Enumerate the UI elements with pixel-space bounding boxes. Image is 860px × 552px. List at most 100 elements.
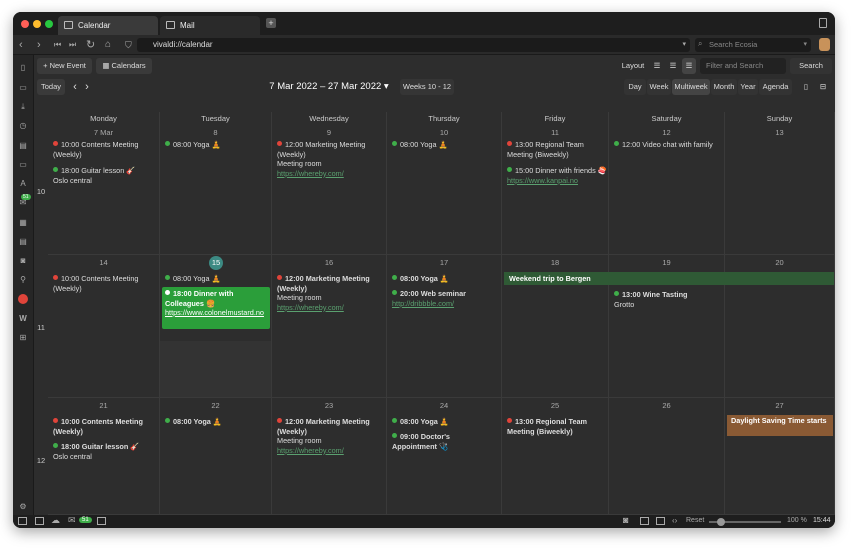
minimize-window-button[interactable] [33, 20, 41, 28]
chevron-down-icon[interactable]: ▾ [803, 40, 807, 48]
reading-list-icon[interactable]: ▭ [18, 83, 28, 93]
day-cell[interactable]: 26 [609, 398, 725, 515]
reset-zoom-button[interactable]: Reset [686, 517, 704, 524]
view-agenda-button[interactable]: Agenda [759, 79, 792, 95]
event[interactable]: 12:00 Marketing Meeting (Weekly) Meeting … [277, 274, 381, 312]
event[interactable]: 13:00 Regional Team Meeting (Biweekly) [507, 417, 603, 436]
tile-icon[interactable] [35, 517, 44, 525]
tab-calendar[interactable]: Calendar [58, 16, 158, 35]
search-field[interactable]: ⌕ Search Ecosia ▾ [695, 38, 811, 52]
zoom-slider-handle[interactable] [717, 518, 725, 526]
day-cell[interactable]: 14 10:00 Contents Meeting (Weekly) [48, 255, 160, 398]
layout-list-icon[interactable]: ☰ [666, 58, 680, 74]
gear-icon[interactable]: ⚙ [18, 502, 28, 512]
view-month-button[interactable]: Month [711, 79, 737, 95]
event[interactable]: 12:00 Video chat with family [614, 140, 718, 150]
filter-input[interactable]: Filter and Search [700, 58, 786, 74]
cloud-icon[interactable]: ☁ [51, 515, 60, 526]
day-cell[interactable]: 23 12:00 Marketing Meeting (Weekly) Meeti… [272, 398, 387, 515]
avatar[interactable] [819, 38, 830, 51]
event[interactable]: 10:00 Contents Meeting (Weekly) [53, 274, 153, 293]
url-field[interactable]: vivaldi://calendar ▾ [137, 38, 690, 52]
day-cell[interactable]: 8 08:00 Yoga 🧘 [160, 125, 272, 255]
day-cell[interactable]: 16 12:00 Marketing Meeting (Weekly) Meeti… [272, 255, 387, 398]
today-button[interactable]: Today [37, 79, 65, 95]
event-link[interactable]: https://www.kanpai.no [507, 176, 578, 185]
new-event-button[interactable]: + New Event [37, 58, 92, 74]
day-cell[interactable]: 21 10:00 Contents Meeting (Weekly) 18:00… [48, 398, 160, 515]
event[interactable]: 08:00 Yoga 🧘 [165, 140, 265, 150]
add-panel-icon[interactable]: ⊞ [18, 333, 28, 343]
image-icon[interactable] [656, 517, 665, 525]
forward-icon[interactable]: › [37, 38, 41, 52]
translate-icon[interactable]: A [18, 179, 28, 189]
tab-mail[interactable]: Mail [160, 16, 260, 35]
event[interactable]: 09:00 Doctor's Appointment 🩺 [392, 432, 496, 451]
day-cell[interactable]: 27 Daylight Saving Time starts [725, 398, 835, 515]
fast-forward-icon[interactable]: ⏭ [69, 38, 76, 52]
back-icon[interactable]: ‹ [19, 38, 23, 52]
event[interactable]: 12:00 Marketing Meeting (Weekly) Meeting … [277, 140, 381, 178]
event[interactable]: 20:00 Web seminar http://dribbble.com/ [392, 289, 496, 308]
new-tab-button[interactable]: + [266, 18, 276, 28]
camera-icon[interactable]: ◙ [623, 515, 628, 525]
next-period-icon[interactable]: › [82, 79, 92, 95]
event[interactable]: 08:00 Yoga 🧘 [392, 274, 496, 284]
view-year-button[interactable]: Year [738, 79, 758, 95]
day-cell[interactable]: 10 08:00 Yoga 🧘 [387, 125, 502, 255]
feed-icon[interactable]: ▤ [18, 237, 28, 247]
event[interactable]: 13:00 Regional Team Meeting (Biweekly) [507, 140, 603, 159]
day-cell[interactable]: 25 13:00 Regional Team Meeting (Biweekly… [502, 398, 609, 515]
event[interactable]: 18:00 Guitar lesson 🎸 Oslo central [53, 166, 153, 185]
day-cell[interactable]: 7 Mar 10:00 Contents Meeting (Weekly) 18… [48, 125, 160, 255]
event[interactable]: 10:00 Contents Meeting (Weekly) [53, 417, 153, 436]
close-window-button[interactable] [21, 20, 29, 28]
day-cell[interactable]: 17 08:00 Yoga 🧘 20:00 Web seminar http://… [387, 255, 502, 398]
calendar-icon[interactable]: ▦ [18, 218, 28, 228]
day-cell[interactable]: 11 13:00 Regional Team Meeting (Biweekly… [502, 125, 609, 255]
day-cell[interactable]: 24 08:00 Yoga 🧘 09:00 Doctor's Appointme… [387, 398, 502, 515]
calendar-icon[interactable] [97, 517, 106, 525]
event[interactable]: 08:00 Yoga 🧘 [392, 140, 496, 150]
rewind-icon[interactable]: ⏮ [54, 38, 61, 52]
prev-period-icon[interactable]: ‹ [70, 79, 80, 95]
chevron-down-icon[interactable]: ▾ [682, 40, 686, 48]
panel-toggle-icon[interactable] [18, 517, 27, 525]
event[interactable]: 08:00 Yoga 🧘 [165, 274, 265, 284]
multi-day-event[interactable]: Weekend trip to Bergen [504, 272, 834, 285]
calendars-button[interactable]: ▦ Calendars [96, 58, 152, 74]
contacts-icon[interactable]: ◙ [18, 256, 28, 266]
zoom-window-button[interactable] [45, 20, 53, 28]
search-button[interactable]: Search [790, 58, 832, 74]
day-cell[interactable]: 22 08:00 Yoga 🧘 [160, 398, 272, 515]
event[interactable]: 15:00 Dinner with friends 🍣 https://www.k… [507, 166, 607, 185]
event-link[interactable]: https://whereby.com/ [277, 303, 344, 312]
event[interactable]: 12:00 Marketing Meeting (Weekly) Meeting … [277, 417, 381, 455]
history-icon[interactable]: ◷ [18, 121, 28, 131]
event-all-day[interactable]: Daylight Saving Time starts [727, 415, 833, 436]
event[interactable]: 18:00 Guitar lesson 🎸 Oslo central [53, 442, 153, 461]
event-link[interactable]: http://dribbble.com/ [392, 299, 454, 308]
date-range[interactable]: 7 Mar 2022 – 27 Mar 2022 ▾ [264, 79, 394, 95]
day-cell-today[interactable]: 15 08:00 Yoga 🧘 18:00 Dinner with Collea… [160, 255, 272, 398]
event-link[interactable]: https://whereby.com/ [277, 169, 344, 178]
notes-icon[interactable]: ▤ [18, 141, 28, 151]
window-icon[interactable]: ▭ [18, 160, 28, 170]
day-cell[interactable]: 13 [725, 125, 835, 255]
view-multiweek-button[interactable]: Multiweek [672, 79, 710, 95]
shield-icon[interactable]: ⛉ [125, 38, 132, 52]
view-day-button[interactable]: Day [624, 79, 646, 95]
view-week-button[interactable]: Week [647, 79, 671, 95]
event[interactable]: 10:00 Contents Meeting (Weekly) [53, 140, 153, 159]
day-cell[interactable]: 12 12:00 Video chat with family [609, 125, 725, 255]
window-icon[interactable] [640, 517, 649, 525]
layout-wide-icon[interactable]: ☰ [682, 58, 696, 74]
toggle-icon[interactable]: ⊟ [816, 79, 830, 95]
trash-icon[interactable]: ▯ [800, 79, 812, 95]
translate-panel-icon[interactable]: ⚲ [18, 275, 28, 285]
event-link[interactable]: https://www.colonelmustard.no [165, 308, 264, 317]
event-link[interactable]: https://whereby.com/ [277, 446, 344, 455]
home-icon[interactable]: ⌂ [105, 38, 111, 52]
download-icon[interactable]: ⤓ [18, 102, 28, 112]
reload-icon[interactable]: ↻ [86, 38, 95, 52]
